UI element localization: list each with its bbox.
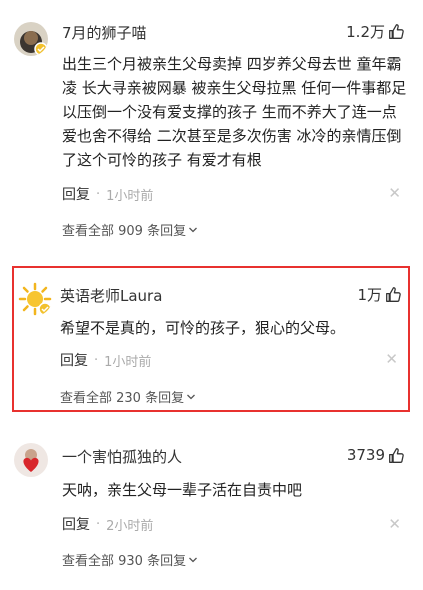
close-icon[interactable]: ✕ (385, 350, 398, 368)
username[interactable]: 一个害怕孤独的人 (62, 446, 182, 467)
reply-button[interactable]: 回复 (62, 514, 90, 534)
timestamp: 1小时前 (106, 188, 154, 204)
timestamp: 2小时前 (106, 518, 154, 534)
separator-dot: · (96, 516, 101, 532)
view-all-label: 查看全部 909 条回复 (62, 224, 187, 239)
chevron-down-icon (189, 227, 198, 232)
thumbs-up-icon (386, 287, 401, 302)
like-count: 1.2万 (346, 23, 385, 41)
sun-avatar-icon (18, 282, 52, 316)
like-count: 3739 (346, 446, 385, 464)
chevron-down-icon (189, 557, 198, 562)
avatar[interactable] (14, 22, 48, 56)
comment-text: 天呐，亲生父母一辈子活在自责中吧 (62, 481, 303, 499)
chevron-down-icon (187, 394, 196, 399)
reply-button[interactable]: 回复 (62, 184, 90, 204)
reply-button[interactable]: 回复 (60, 350, 88, 370)
separator-dot: · (96, 186, 101, 202)
like-button[interactable]: 3739 (347, 446, 405, 464)
view-all-replies[interactable]: 查看全部 930 条回复 (62, 550, 198, 569)
view-all-label: 查看全部 230 条回复 (60, 391, 185, 406)
thumbs-up-icon (389, 447, 404, 463)
thumbs-up-icon (389, 24, 404, 39)
comment-meta: 回复 · 1小时前 (62, 184, 153, 204)
heart-avatar-icon (14, 443, 48, 477)
username[interactable]: 英语老师Laura (60, 285, 162, 306)
comment-item: 7月的狮子喵 1.2万 出生三个月被亲生父母卖掉 四岁养父母去世 童年霸凌 长大… (0, 0, 423, 258)
view-all-replies[interactable]: 查看全部 909 条回复 (62, 220, 198, 239)
comment-item-highlighted: 英语老师Laura 1万 希望不是真的，可怜的孩子，狠心的父母。 回复 · 1小… (12, 266, 410, 412)
close-icon[interactable]: ✕ (388, 515, 401, 533)
like-button[interactable]: 1.2万 (346, 21, 405, 42)
username[interactable]: 7月的狮子喵 (62, 22, 147, 43)
comment-text: 出生三个月被亲生父母卖掉 四岁养父母去世 童年霸凌 长大寻亲被网暴 被亲生父母拉… (62, 55, 407, 169)
comment-meta: 回复 · 1小时前 (60, 350, 151, 370)
comment-meta: 回复 · 2小时前 (62, 514, 153, 534)
comment-text: 希望不是真的，可怜的孩子，狠心的父母。 (60, 319, 346, 337)
like-button[interactable]: 1万 (357, 284, 402, 305)
close-icon[interactable]: ✕ (388, 184, 401, 202)
view-all-replies[interactable]: 查看全部 230 条回复 (60, 387, 196, 406)
timestamp: 1小时前 (104, 354, 152, 370)
lion-cat-avatar-icon (14, 22, 48, 56)
avatar[interactable] (18, 282, 52, 316)
view-all-label: 查看全部 930 条回复 (62, 554, 187, 569)
separator-dot: · (94, 352, 99, 368)
like-count: 1万 (357, 286, 382, 304)
comment-item: 一个害怕孤独的人 3739 天呐，亲生父母一辈子活在自责中吧 回复 · 2小时前… (0, 430, 423, 590)
avatar[interactable] (14, 443, 48, 477)
